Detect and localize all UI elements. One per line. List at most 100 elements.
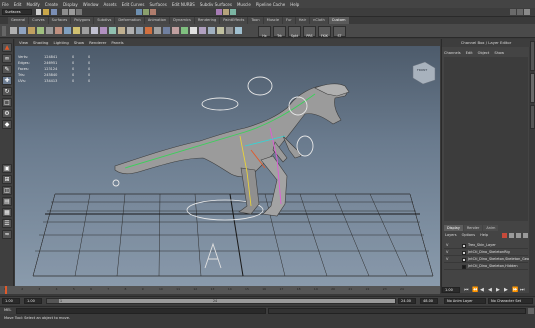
step-back-icon[interactable]: ◀ <box>480 287 484 293</box>
shelf-tool-19-icon[interactable] <box>172 27 179 34</box>
layer-menu-item[interactable]: Layers <box>445 233 457 237</box>
manipulator-tool-icon[interactable]: ⚙ <box>2 109 12 118</box>
viewport-menu-item[interactable]: Lighting <box>53 40 68 45</box>
layer-color-swatch[interactable] <box>462 243 466 248</box>
shelf-tab[interactable]: Deformation <box>115 17 144 24</box>
menu-item[interactable]: Pipeline Cache <box>256 2 285 7</box>
persp-outliner-layout-icon[interactable]: ◫ <box>2 186 12 195</box>
channel-box-area[interactable] <box>444 57 528 221</box>
menu-item[interactable]: Muscle <box>237 2 251 7</box>
move-tool-icon[interactable]: ✚ <box>2 76 12 85</box>
shelf-tool-21-icon[interactable] <box>190 27 197 34</box>
layer-tab[interactable]: Anim <box>483 225 499 231</box>
hypershade-layout-icon[interactable]: ▦ <box>2 208 12 217</box>
save-scene-icon[interactable] <box>51 9 57 15</box>
playback-start-field[interactable]: 1.00 <box>24 298 42 304</box>
layer-menu-item[interactable]: Help <box>480 233 488 237</box>
view-cube-label[interactable]: FRONT <box>417 68 427 72</box>
layer-visibility-toggle[interactable]: V <box>446 249 448 256</box>
select-tool-icon[interactable]: ▲ <box>2 43 12 52</box>
shelf-tool-2-icon[interactable] <box>19 27 26 34</box>
step-forward-icon[interactable]: ▶ <box>504 287 508 293</box>
shelf-tool-6-icon[interactable] <box>55 27 62 34</box>
viewport-menu-item[interactable]: View <box>19 40 28 45</box>
shelf-labeled-button[interactable]: Hx <box>258 26 271 38</box>
toggle-channel-box-icon[interactable] <box>524 9 530 15</box>
single-perspective-layout-icon[interactable]: ▣ <box>2 164 12 173</box>
layer-visibility-toggle[interactable]: V <box>446 256 448 263</box>
go-to-start-icon[interactable]: ⏮ <box>464 287 469 293</box>
shelf-tab[interactable]: Hair <box>295 17 310 24</box>
shelf-tab[interactable]: nCloth <box>310 17 328 24</box>
layer-row[interactable]: JntCtl_Dino_Skeleton,Hidden <box>444 263 528 270</box>
time-slider[interactable]: 123456789101112131415161718192021222324 <box>0 286 440 294</box>
layer-menu-item[interactable]: Options <box>462 233 476 237</box>
shelf-tool-17-icon[interactable] <box>154 27 161 34</box>
step-back-key-icon[interactable]: ⏪ <box>472 287 478 293</box>
lasso-tool-icon[interactable]: ∞ <box>2 54 12 63</box>
current-frame-field[interactable]: 1.00 <box>442 287 460 293</box>
shelf-tab[interactable]: Toon <box>248 17 263 24</box>
menu-item[interactable]: Create <box>45 2 58 7</box>
shelf-tab[interactable]: Curves <box>29 17 48 24</box>
go-to-end-icon[interactable]: ⏭ <box>520 287 525 293</box>
shelf-tab[interactable]: Surfaces <box>48 17 71 24</box>
shelf-tool-26-icon[interactable] <box>235 27 242 34</box>
move-layer-up-icon[interactable] <box>516 233 521 238</box>
new-layer-icon[interactable] <box>502 233 507 238</box>
ipr-render-icon[interactable] <box>223 9 229 15</box>
animation-end-field[interactable]: 48.00 <box>420 298 438 304</box>
viewport-menu-item[interactable]: Panels <box>111 40 123 45</box>
select-hierarchy-icon[interactable] <box>62 9 68 15</box>
layer-color-swatch[interactable] <box>462 257 466 262</box>
toggle-tool-settings-icon[interactable] <box>517 9 523 15</box>
shelf-tool-23-icon[interactable] <box>208 27 215 34</box>
menu-item[interactable]: Help <box>290 2 299 7</box>
shelf-tool-14-icon[interactable] <box>127 27 134 34</box>
shelf-tab[interactable]: PaintEffects <box>220 17 248 24</box>
layer-row[interactable]: V JntCtl_Dino_SkeletonRig <box>444 249 528 256</box>
shelf-tool-3-icon[interactable] <box>28 27 35 34</box>
shelf-tool-13-icon[interactable] <box>118 27 125 34</box>
menu-item[interactable]: Edit <box>14 2 22 7</box>
snap-curve-icon[interactable] <box>143 9 149 15</box>
menu-item[interactable]: File <box>2 2 9 7</box>
toggle-attribute-editor-icon[interactable] <box>510 9 516 15</box>
select-object-icon[interactable] <box>69 9 75 15</box>
paint-select-tool-icon[interactable]: ✎ <box>2 65 12 74</box>
shelf-labeled-button[interactable]: ST <box>333 26 346 38</box>
shelf-tool-16-icon[interactable] <box>145 27 152 34</box>
snap-grid-icon[interactable] <box>136 9 142 15</box>
menu-item[interactable]: Assets <box>104 2 117 7</box>
shelf-labeled-button[interactable]: FKIK <box>318 26 331 38</box>
step-forward-key-icon[interactable]: ⏩ <box>512 287 518 293</box>
current-frame-marker[interactable] <box>5 286 7 294</box>
render-settings-icon[interactable] <box>230 9 236 15</box>
channel-box-menu-item[interactable]: Show <box>494 51 504 55</box>
render-icon[interactable] <box>216 9 222 15</box>
play-back-icon[interactable]: ◀ <box>488 287 492 293</box>
menu-item[interactable]: Window <box>83 2 99 7</box>
shelf-labeled-button[interactable]: PRS <box>303 26 316 38</box>
shelf-tab[interactable]: Animation <box>144 17 170 24</box>
play-forward-icon[interactable]: ▶ <box>496 287 500 293</box>
shelf-tool-12-icon[interactable] <box>109 27 116 34</box>
channel-box-side-tab[interactable] <box>530 73 535 103</box>
viewport-menu-item[interactable]: Renderer <box>89 40 106 45</box>
rotate-tool-icon[interactable]: ↻ <box>2 87 12 96</box>
anim-layer-dropdown[interactable]: No Anim Layer <box>444 298 486 304</box>
layer-row[interactable]: V JntCtl_Dino_Skeleton,Skeleton_Geo <box>444 256 529 263</box>
attribute-editor-side-tab[interactable] <box>530 41 535 71</box>
menu-item[interactable]: Surfaces <box>149 2 166 7</box>
layer-tab[interactable]: Display <box>444 225 463 231</box>
shelf-tool-20-icon[interactable] <box>181 27 188 34</box>
layer-tab[interactable]: Render <box>463 225 483 231</box>
viewport-menu-item[interactable]: Shading <box>33 40 48 45</box>
range-slider-handle[interactable] <box>59 299 395 303</box>
persp-graph-layout-icon[interactable]: ▤ <box>2 197 12 206</box>
last-tool-icon[interactable]: ◆ <box>2 120 12 129</box>
open-scene-icon[interactable] <box>43 9 49 15</box>
shelf-tool-1-icon[interactable] <box>10 27 17 34</box>
shelf-tab[interactable]: Muscle <box>263 17 283 24</box>
animation-start-field[interactable]: 1.00 <box>2 298 20 304</box>
